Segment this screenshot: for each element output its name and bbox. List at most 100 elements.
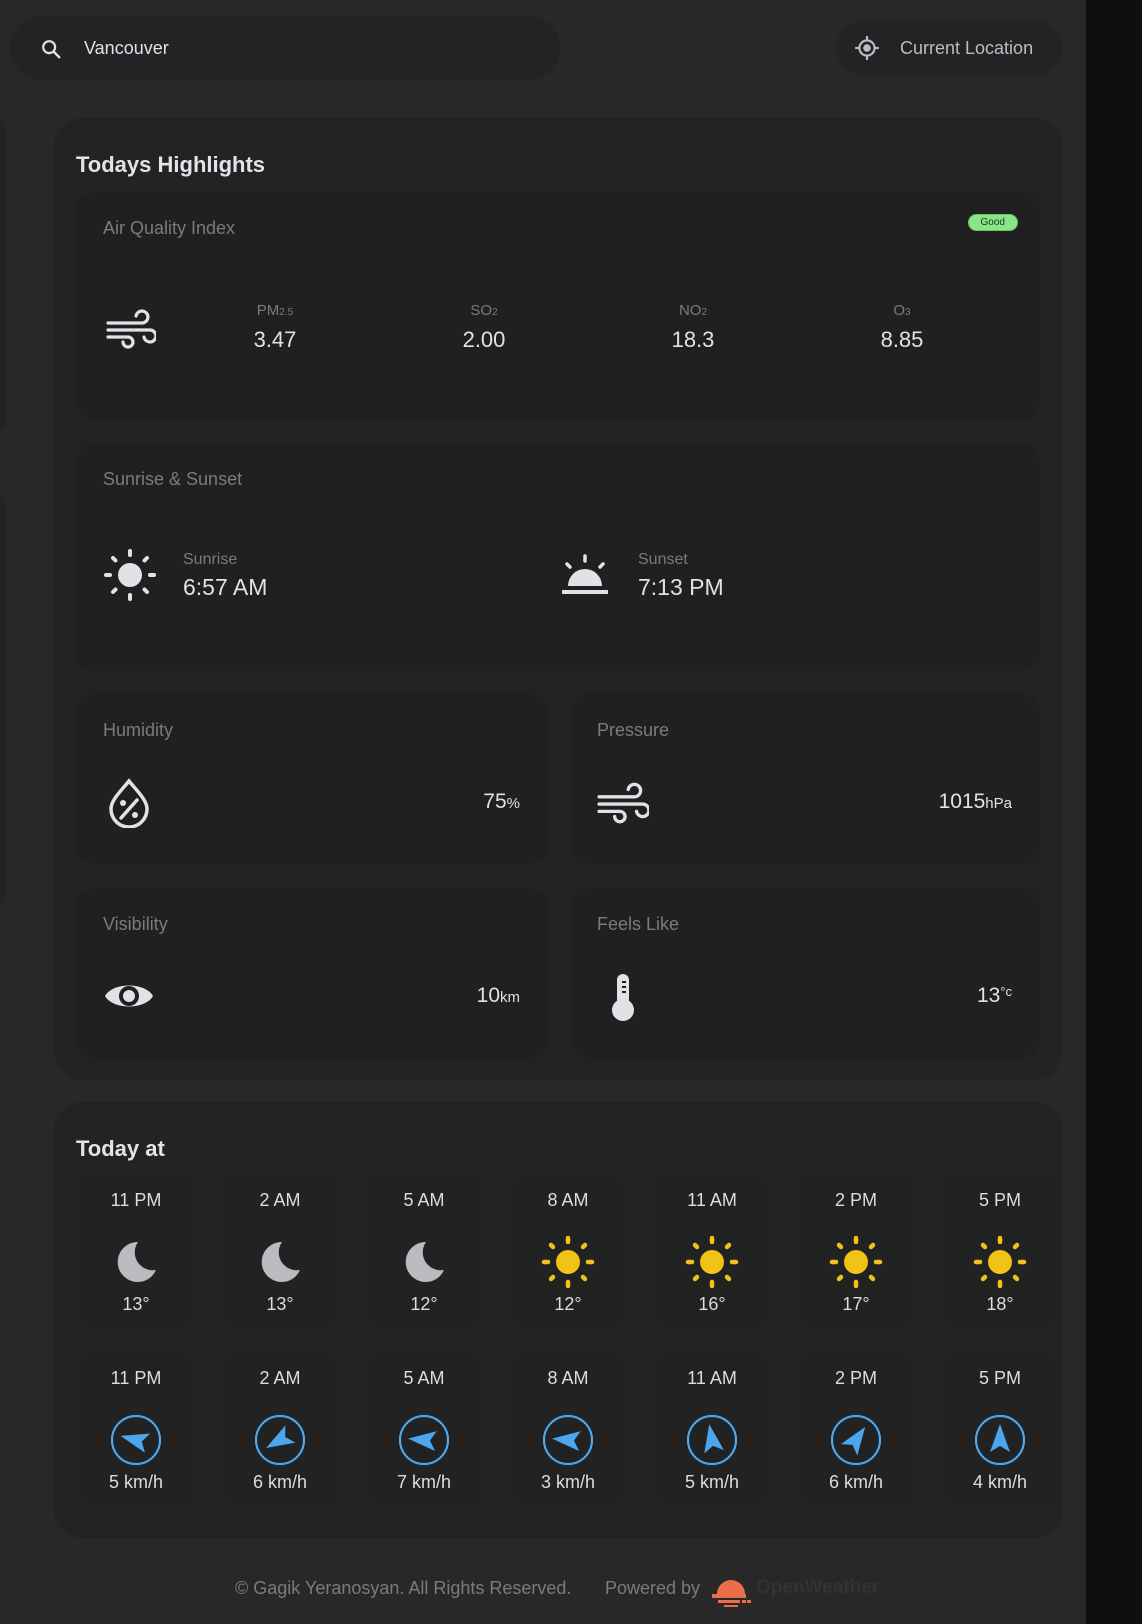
visibility-title: Visibility bbox=[103, 914, 168, 934]
wind-direction-icon bbox=[974, 1414, 1026, 1466]
hourly-temp-card: 5 AM 12° bbox=[364, 1176, 484, 1326]
aqi-label: NO2 bbox=[678, 302, 708, 319]
copyright-text: © Gagik Yeranosyan. All Rights Reserved. bbox=[235, 1578, 572, 1598]
eye-icon bbox=[105, 985, 153, 1007]
sidebar-card-edge bbox=[0, 490, 6, 910]
hourly-temp-card: 8 AM 12° bbox=[508, 1176, 628, 1326]
moon-icon bbox=[117, 1241, 156, 1282]
hourly-wind-card: 11 PM 5 km/h bbox=[76, 1354, 196, 1504]
pressure-card: Pressure 1015hPa bbox=[570, 694, 1040, 864]
aqi-value: 3.47 bbox=[253, 327, 297, 352]
sidebar-card-edge bbox=[0, 115, 6, 435]
search-bar[interactable] bbox=[10, 16, 560, 80]
moon-icon bbox=[261, 1241, 300, 1282]
sunset-icon bbox=[562, 554, 608, 594]
hourly-wind-card: 2 AM 6 km/h bbox=[220, 1354, 340, 1504]
forecast-time: 8 AM bbox=[547, 1368, 589, 1388]
humidity-drop-icon bbox=[109, 778, 149, 828]
forecast-temperature: 12° bbox=[410, 1294, 438, 1314]
forecast-wind-speed: 6 km/h bbox=[252, 1472, 308, 1492]
pressure-title: Pressure bbox=[597, 720, 670, 740]
forecast-temperature: 13° bbox=[266, 1294, 294, 1314]
feels-like-title: Feels Like bbox=[597, 914, 680, 934]
aqi-value: 18.3 bbox=[671, 327, 715, 352]
pressure-value: 1015hPa bbox=[938, 790, 1012, 813]
forecast-time: 5 PM bbox=[978, 1190, 1021, 1210]
today-title: Today at bbox=[76, 1136, 165, 1161]
aqi-item-so2: SO2 2.00 bbox=[424, 302, 544, 353]
aqi-item-o3: O3 8.85 bbox=[842, 302, 962, 353]
sunrise-sunset-card: Sunrise & Sunset Sunrise 6:57 AM Sunset … bbox=[76, 443, 1040, 671]
humidity-title: Humidity bbox=[103, 720, 174, 740]
wind-direction-icon bbox=[398, 1414, 450, 1466]
sunset-time: 7:13 PM bbox=[638, 574, 724, 600]
forecast-time: 11 PM bbox=[110, 1368, 162, 1388]
hourly-temp-card: 2 PM 17° bbox=[796, 1176, 916, 1326]
today-panel: Today at 11 PM 13° 2 AM 13° 5 AM 12° 8 AM 12° 11… bbox=[54, 1102, 1062, 1538]
highlights-panel: Todays Highlights Air Quality Index Good… bbox=[54, 118, 1062, 1080]
hourly-temp-card: 11 PM 13° bbox=[76, 1176, 196, 1326]
forecast-wind-speed: 3 km/h bbox=[540, 1472, 596, 1492]
forecast-wind-speed: 5 km/h bbox=[108, 1472, 164, 1492]
forecast-time: 5 PM bbox=[978, 1368, 1021, 1388]
hourly-temp-card: 2 AM 13° bbox=[220, 1176, 340, 1326]
humidity-value: 75% bbox=[483, 790, 520, 813]
wind-icon bbox=[597, 782, 649, 824]
hourly-wind-card: 8 AM 3 km/h bbox=[508, 1354, 628, 1504]
forecast-wind-speed: 6 km/h bbox=[828, 1472, 884, 1492]
powered-by-text: Powered by bbox=[605, 1578, 701, 1598]
search-icon bbox=[42, 40, 61, 59]
forecast-time: 5 AM bbox=[403, 1190, 445, 1210]
aqi-item-no2: NO2 18.3 bbox=[633, 302, 753, 353]
forecast-time: 2 AM bbox=[259, 1190, 301, 1210]
current-location-label: Current Location bbox=[900, 38, 1034, 58]
sun-icon bbox=[829, 1235, 883, 1289]
sun-icon bbox=[541, 1235, 595, 1289]
aqi-item-pm25: PM2.5 3.47 bbox=[215, 302, 335, 353]
crosshair-icon bbox=[855, 36, 879, 60]
hourly-wind-card: 11 AM 5 km/h bbox=[652, 1354, 772, 1504]
forecast-temperature: 17° bbox=[842, 1294, 870, 1314]
wind-direction-icon bbox=[110, 1414, 162, 1466]
openweather-link[interactable]: OpenWeather bbox=[756, 1577, 879, 1599]
forecast-wind-speed: 5 km/h bbox=[684, 1472, 740, 1492]
forecast-temperature: 18° bbox=[986, 1294, 1014, 1314]
hourly-wind-card: 2 PM 6 km/h bbox=[796, 1354, 916, 1504]
feels-like-card: Feels Like 13°c bbox=[570, 888, 1040, 1058]
forecast-temperature: 16° bbox=[698, 1294, 726, 1314]
app: Current Location Todays Highlights Air Q… bbox=[0, 0, 1086, 1624]
forecast-time: 2 AM bbox=[259, 1368, 301, 1388]
current-location-button[interactable]: Current Location bbox=[836, 21, 1062, 75]
aqi-label: O3 bbox=[893, 302, 911, 319]
forecast-time: 11 AM bbox=[687, 1190, 737, 1210]
forecast-wind-speed: 4 km/h bbox=[972, 1472, 1028, 1492]
hourly-wind-card: 5 PM 4 km/h bbox=[940, 1354, 1060, 1504]
sunrise-time: 6:57 AM bbox=[183, 574, 268, 600]
wind-icon bbox=[106, 309, 156, 349]
air-quality-title: Air Quality Index bbox=[103, 218, 236, 238]
search-input[interactable] bbox=[84, 16, 534, 80]
forecast-wind-speed: 7 km/h bbox=[396, 1472, 452, 1492]
aqi-status-badge: Good bbox=[967, 214, 1018, 231]
forecast-temperature: 13° bbox=[122, 1294, 150, 1314]
footer: © Gagik Yeranosyan. All Rights Reserved.… bbox=[0, 1560, 1086, 1624]
wind-direction-icon bbox=[830, 1414, 882, 1466]
sun-icon bbox=[104, 549, 156, 601]
visibility-value: 10km bbox=[476, 984, 520, 1007]
highlights-title: Todays Highlights bbox=[76, 152, 266, 177]
feels-like-value: 13°c bbox=[976, 984, 1012, 1007]
forecast-time: 11 PM bbox=[110, 1190, 162, 1210]
humidity-card: Humidity 75% bbox=[76, 694, 548, 864]
openweather-logo-icon[interactable] bbox=[710, 1570, 752, 1608]
forecast-time: 11 AM bbox=[687, 1368, 737, 1388]
forecast-time: 8 AM bbox=[547, 1190, 589, 1210]
hourly-wind-card: 5 AM 7 km/h bbox=[364, 1354, 484, 1504]
visibility-card: Visibility 10km bbox=[76, 888, 548, 1058]
sunrise-label: Sunrise bbox=[183, 551, 238, 568]
wind-direction-icon bbox=[686, 1414, 738, 1466]
wind-direction-icon bbox=[254, 1414, 306, 1466]
forecast-time: 5 AM bbox=[403, 1368, 445, 1388]
aqi-value: 8.85 bbox=[880, 327, 924, 352]
sunset-label: Sunset bbox=[638, 551, 688, 568]
moon-icon bbox=[405, 1241, 444, 1282]
